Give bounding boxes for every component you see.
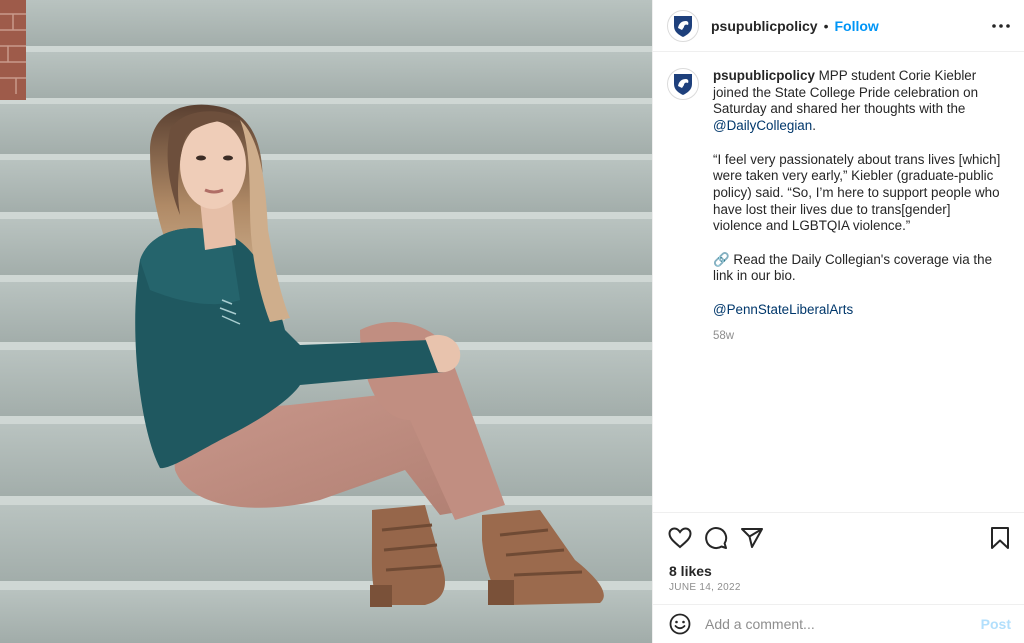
more-options-button[interactable] [991, 16, 1011, 36]
emoji-smile-icon [669, 613, 691, 635]
caption-text-end: . [812, 118, 816, 134]
author-username[interactable]: psupublicpolicy [711, 18, 818, 34]
instagram-post-view: psupublicpolicy • Follow psupublicpolicy… [0, 0, 1024, 643]
comment-button[interactable] [703, 525, 729, 551]
author-avatar[interactable] [667, 9, 699, 42]
caption-body: psupublicpolicy MPP student Corie Kieble… [713, 68, 1003, 344]
caption-username[interactable]: psupublicpolicy [713, 68, 815, 83]
post-side-panel: psupublicpolicy • Follow psupublicpolicy… [652, 0, 1024, 643]
share-button[interactable] [739, 525, 765, 551]
comment-bubble-icon [705, 527, 728, 550]
penn-state-shield-icon [674, 74, 692, 95]
post-caption: psupublicpolicy MPP student Corie Kieble… [667, 68, 1013, 344]
paper-plane-icon [741, 528, 763, 548]
more-options-icon [992, 24, 1010, 28]
post-age[interactable]: 58w [713, 328, 1003, 345]
like-button[interactable] [667, 525, 693, 551]
likes-count[interactable]: 8 likes [669, 563, 712, 579]
emoji-button[interactable] [669, 613, 691, 635]
mention-daily-collegian[interactable]: @DailyCollegian [713, 118, 812, 133]
penn-state-shield-icon [674, 15, 692, 37]
caption-quote: “I feel very passionately about trans li… [713, 151, 1001, 234]
caption-paragraph-4: @PennStateLiberalArts [713, 302, 1003, 319]
post-comment-button[interactable]: Post [981, 616, 1011, 632]
caption-link-note: 🔗 Read the Daily Collegian's coverage vi… [713, 252, 1003, 285]
post-photo-illustration [0, 0, 652, 643]
separator-dot: • [823, 17, 829, 34]
post-photo[interactable] [0, 0, 652, 643]
caption-avatar[interactable] [667, 68, 699, 100]
link-note-text: Read the Daily Collegian's coverage via … [713, 251, 993, 284]
post-header: psupublicpolicy • Follow [653, 0, 1024, 52]
heart-icon [668, 527, 692, 549]
bookmark-icon [991, 527, 1009, 549]
follow-button[interactable]: Follow [834, 18, 878, 34]
post-date: JUNE 14, 2022 [669, 582, 741, 593]
post-actions: 8 likes JUNE 14, 2022 [653, 512, 1024, 604]
link-icon: 🔗 [713, 251, 730, 267]
comment-input[interactable] [705, 612, 975, 636]
mention-liberal-arts[interactable]: @PennStateLiberalArts [713, 302, 853, 317]
comment-bar: Post [653, 604, 1024, 643]
save-button[interactable] [987, 525, 1013, 551]
caption-paragraph-1: psupublicpolicy MPP student Corie Kieble… [713, 68, 1003, 135]
